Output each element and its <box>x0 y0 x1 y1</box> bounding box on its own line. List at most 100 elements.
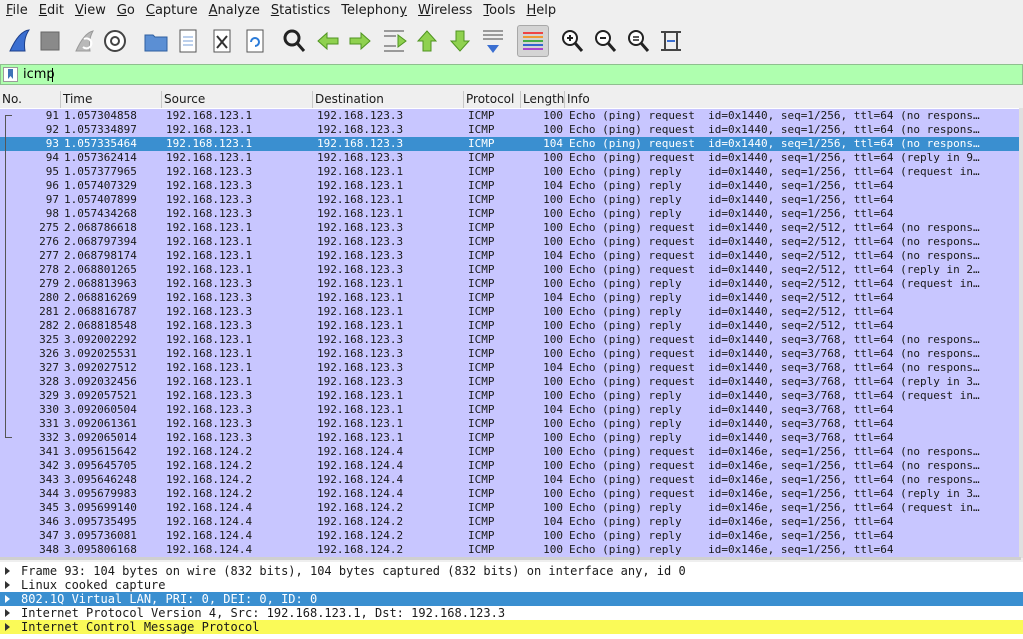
detail-tree-item[interactable]: Internet Protocol Version 4, Src: 192.16… <box>0 606 1023 620</box>
filter-bookmark-icon[interactable] <box>3 67 18 82</box>
autoscroll-icon[interactable] <box>477 25 509 57</box>
expand-arrow-icon[interactable] <box>5 623 10 631</box>
table-row[interactable]: 326 3.092025531 192.168.123.1 192.168.123.3… <box>0 347 1021 361</box>
table-row[interactable]: 277 2.068798174 192.168.123.1 192.168.123.3… <box>0 249 1021 263</box>
menu-help[interactable]: Help <box>520 0 561 22</box>
detail-tree-item[interactable]: Internet Control Message Protocol <box>0 620 1023 634</box>
column-header-destination[interactable]: Destination <box>313 91 464 108</box>
column-header-info[interactable]: Info <box>565 91 1023 108</box>
detail-text: 802.1Q Virtual LAN, PRI: 0, DEI: 0, ID: … <box>21 592 318 606</box>
table-row[interactable]: 275 2.068786618 192.168.123.1 192.168.123.3… <box>0 221 1021 235</box>
display-filter-input[interactable] <box>23 66 1013 83</box>
cell-len: 104 <box>543 361 563 374</box>
column-header-protocol[interactable]: Protocol <box>464 91 521 108</box>
stop-capture-icon[interactable] <box>34 25 66 57</box>
table-row[interactable]: 347 3.095736081 192.168.124.4 192.168.124.2… <box>0 529 1021 543</box>
menu-go[interactable]: Go <box>111 0 140 22</box>
find-packet-icon[interactable] <box>278 25 310 57</box>
menu-edit[interactable]: Edit <box>33 0 69 22</box>
colorize-icon[interactable] <box>517 25 549 57</box>
table-row[interactable]: 343 3.095646248 192.168.124.2 192.168.124.4… <box>0 473 1021 487</box>
column-header-length[interactable]: Length <box>521 91 565 108</box>
cell-proto: ICMP <box>468 179 495 192</box>
table-row[interactable]: 332 3.092065014 192.168.123.3 192.168.123.1… <box>0 431 1021 445</box>
table-row[interactable]: 94 1.057362414 192.168.123.1 192.168.123.3 I… <box>0 151 1021 165</box>
save-file-icon[interactable] <box>172 25 204 57</box>
reload-icon[interactable] <box>239 25 271 57</box>
go-first-icon[interactable] <box>411 25 443 57</box>
go-to-packet-icon[interactable] <box>378 25 410 57</box>
table-row[interactable]: 330 3.092060504 192.168.123.3 192.168.123.1… <box>0 403 1021 417</box>
capture-options-gear-icon[interactable] <box>99 25 131 57</box>
table-row[interactable]: 278 2.068801265 192.168.123.1 192.168.123.3… <box>0 263 1021 277</box>
table-row[interactable]: 91 1.057304858 192.168.123.1 192.168.123.3 I… <box>0 109 1021 123</box>
cell-info: Echo (ping) reply id=0x1440, seq=3/768, … <box>569 431 894 444</box>
cell-proto: ICMP <box>468 417 495 430</box>
packet-details-pane[interactable]: Frame 93: 104 bytes on wire (832 bits), … <box>0 562 1023 639</box>
table-row[interactable]: 344 3.095679983 192.168.124.2 192.168.124.4… <box>0 487 1021 501</box>
menu-tools[interactable]: Tools <box>477 0 520 22</box>
detail-tree-item[interactable]: Linux cooked capture <box>0 578 1023 592</box>
detail-tree-item[interactable]: 802.1Q Virtual LAN, PRI: 0, DEI: 0, ID: … <box>0 592 1023 606</box>
table-row[interactable]: 329 3.092057521 192.168.123.3 192.168.123.1… <box>0 389 1021 403</box>
expand-arrow-icon[interactable] <box>5 581 10 589</box>
open-folder-icon[interactable] <box>140 25 172 57</box>
packet-list-horizontal-scrollbar[interactable] <box>0 557 1021 560</box>
table-row[interactable]: 328 3.092032456 192.168.123.1 192.168.123.3… <box>0 375 1021 389</box>
packet-list[interactable]: 91 1.057304858 192.168.123.1 192.168.123.3 I… <box>0 108 1021 558</box>
cell-info: Echo (ping) reply id=0x146e, seq=1/256, … <box>569 529 894 542</box>
zoom-in-icon[interactable] <box>556 25 588 57</box>
table-row[interactable]: 325 3.092002292 192.168.123.1 192.168.123.3… <box>0 333 1021 347</box>
menu-view[interactable]: View <box>69 0 111 22</box>
menu-statistics[interactable]: Statistics <box>265 0 335 22</box>
shark-fin-start-icon[interactable] <box>3 25 35 57</box>
go-forward-icon[interactable] <box>344 25 376 57</box>
menu-wireless[interactable]: Wireless <box>412 0 477 22</box>
table-row[interactable]: 98 1.057434268 192.168.123.3 192.168.123.1 I… <box>0 207 1021 221</box>
zoom-normal-icon[interactable] <box>622 25 654 57</box>
column-header-time[interactable]: Time <box>61 91 162 108</box>
column-header-source[interactable]: Source <box>162 91 313 108</box>
cell-len: 104 <box>543 473 563 486</box>
table-row[interactable]: 92 1.057334897 192.168.123.1 192.168.123.3 I… <box>0 123 1021 137</box>
table-row[interactable]: 345 3.095699140 192.168.124.4 192.168.124.2… <box>0 501 1021 515</box>
menu-analyze[interactable]: Analyze <box>203 0 265 22</box>
cell-len: 100 <box>543 347 563 360</box>
menu-file[interactable]: File <box>0 0 33 22</box>
table-row[interactable]: 281 2.068816787 192.168.123.3 192.168.123.1… <box>0 305 1021 319</box>
go-last-icon[interactable] <box>444 25 476 57</box>
table-row[interactable]: 346 3.095735495 192.168.124.4 192.168.124.2… <box>0 515 1021 529</box>
cell-proto: ICMP <box>468 473 495 486</box>
resize-columns-icon[interactable] <box>655 25 687 57</box>
table-row[interactable]: 282 2.068818548 192.168.123.3 192.168.123.1… <box>0 319 1021 333</box>
expand-arrow-icon[interactable] <box>5 567 10 575</box>
cell-len: 100 <box>543 165 563 178</box>
table-row[interactable]: 276 2.068797394 192.168.123.1 192.168.123.3… <box>0 235 1021 249</box>
detail-tree-item[interactable]: Frame 93: 104 bytes on wire (832 bits), … <box>0 564 1023 578</box>
table-row[interactable]: 327 3.092027512 192.168.123.1 192.168.123.3… <box>0 361 1021 375</box>
restart-capture-icon[interactable] <box>68 25 100 57</box>
table-row-selected[interactable]: 93 1.057335464 192.168.123.1 192.168.123.3 I… <box>0 137 1021 151</box>
table-row[interactable]: 95 1.057377965 192.168.123.3 192.168.123.1 I… <box>0 165 1021 179</box>
expand-arrow-icon[interactable] <box>5 595 10 603</box>
table-row[interactable]: 342 3.095645705 192.168.124.2 192.168.124.4… <box>0 459 1021 473</box>
cell-dst: 192.168.124.4 <box>317 473 404 486</box>
cell-time: 2.068786618 <box>64 221 137 234</box>
menu-capture[interactable]: Capture <box>140 0 203 22</box>
table-row[interactable]: 331 3.092061361 192.168.123.3 192.168.123.1… <box>0 417 1021 431</box>
go-back-icon[interactable] <box>312 25 344 57</box>
table-row[interactable]: 348 3.095806168 192.168.124.4 192.168.124.2… <box>0 543 1021 557</box>
table-row[interactable]: 96 1.057407329 192.168.123.3 192.168.123.1 I… <box>0 179 1021 193</box>
cell-src: 192.168.124.2 <box>166 473 253 486</box>
close-file-icon[interactable] <box>206 25 238 57</box>
table-row[interactable]: 341 3.095615642 192.168.124.2 192.168.124.4… <box>0 445 1021 459</box>
table-row[interactable]: 280 2.068816269 192.168.123.3 192.168.123.1… <box>0 291 1021 305</box>
expand-arrow-icon[interactable] <box>5 609 10 617</box>
zoom-out-icon[interactable] <box>589 25 621 57</box>
table-row[interactable]: 279 2.068813963 192.168.123.3 192.168.123.1… <box>0 277 1021 291</box>
menu-telephony[interactable]: Telephony <box>335 0 412 22</box>
column-header-no[interactable]: No. <box>0 91 61 108</box>
table-row[interactable]: 97 1.057407899 192.168.123.3 192.168.123.1 I… <box>0 193 1021 207</box>
packet-list-vertical-scrollbar[interactable] <box>1019 108 1023 558</box>
cell-proto: ICMP <box>468 347 495 360</box>
